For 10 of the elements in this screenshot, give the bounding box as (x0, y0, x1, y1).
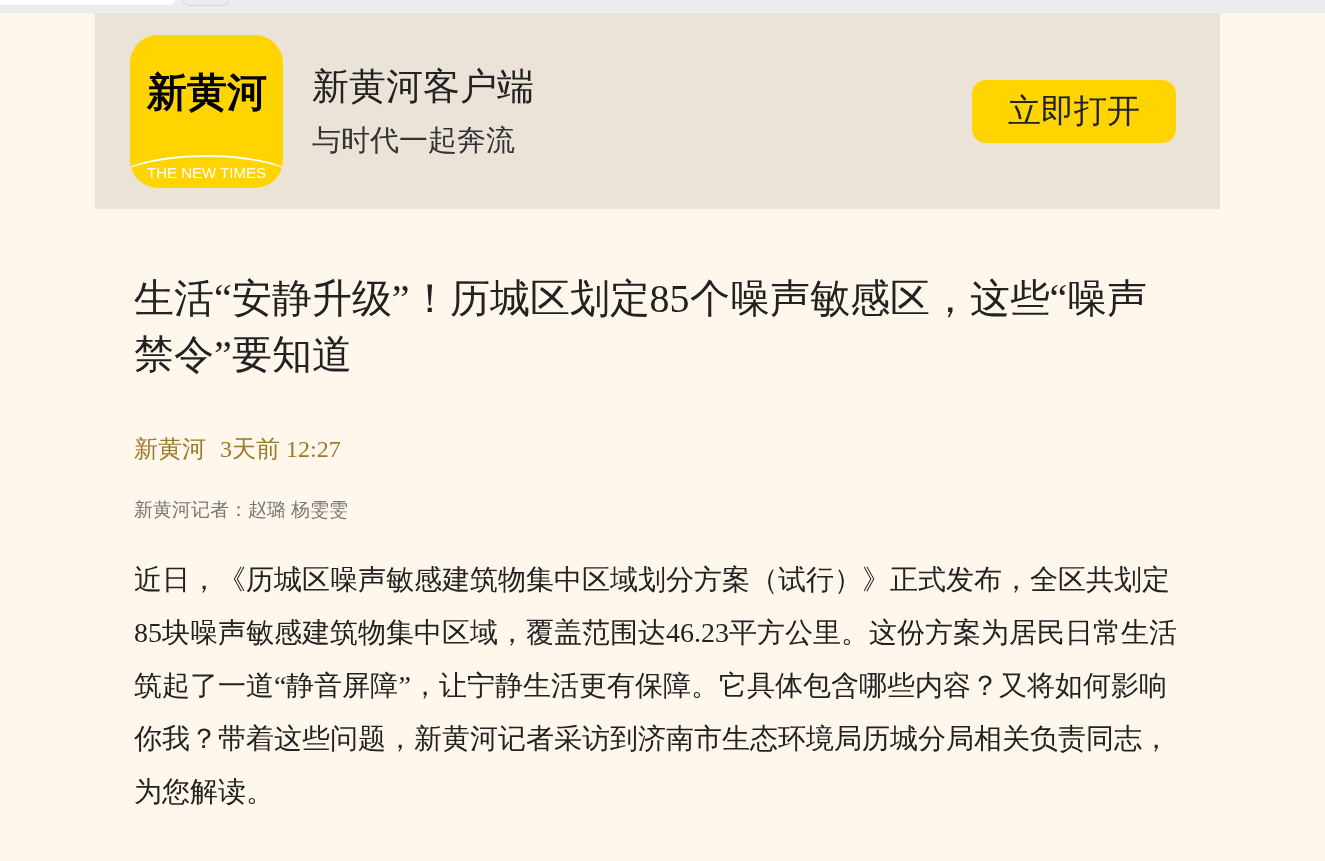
open-app-button[interactable]: 立即打开 (972, 79, 1176, 143)
logo-tagline: THE NEW TIMES (147, 163, 266, 182)
app-title: 新黄河客户端 (312, 65, 534, 109)
logo-mark: 新黄河 (146, 68, 267, 116)
article-paragraph: 近日，《历城区噪声敏感建筑物集中区域划分方案（试行）》正式发布，全区共划定85块噪声敏感建筑物集中区域，覆盖范围达46.23平方公里。这份方案为居民日常生活筑起了一道“静音屏障”，让宁静生活更有保障。它具体包含哪些内容？又将如何影响你我？带着这些问题，新黄河记者采访到济南市生态环境局历城分局相关负责同志，为您解读。 (134, 563, 1178, 809)
article-byline: 新黄河记者：赵璐 杨雯雯 (134, 498, 350, 522)
article-headline: 生活“安静升级”！历城区划定85个噪声敏感区，这些“噪声禁令”要知道 (134, 275, 1149, 379)
app-slogan: 与时代一起奔流 (312, 123, 516, 158)
article-source: 新黄河 (134, 435, 206, 464)
publish-time: 3天前 12:27 (220, 435, 341, 464)
